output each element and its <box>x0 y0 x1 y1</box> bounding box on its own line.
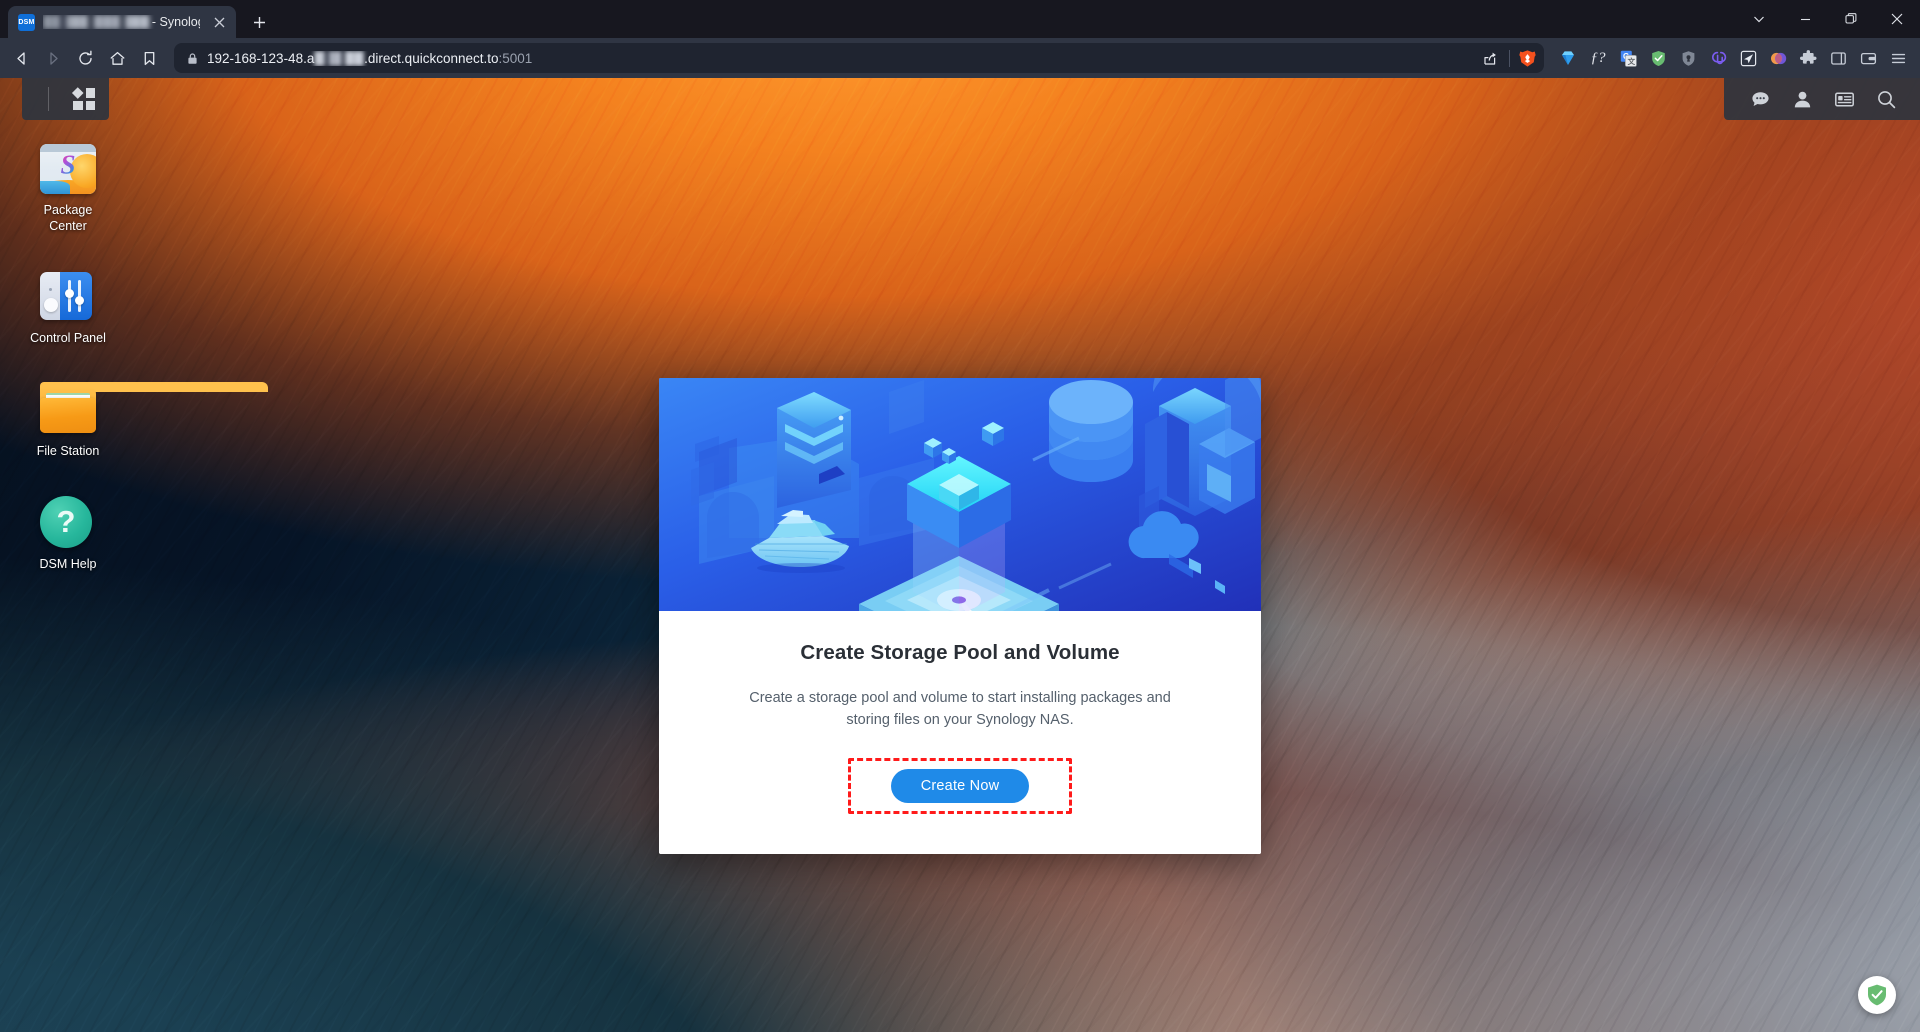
bookmark-icon[interactable] <box>134 43 164 73</box>
tab-title: █████ ██████ - Synology NAS <box>43 15 200 29</box>
forward-icon[interactable] <box>38 43 68 73</box>
reload-icon[interactable] <box>70 43 100 73</box>
close-window-button[interactable] <box>1874 3 1920 35</box>
address-bar[interactable]: 192-168-123-48.a █████ .direct.quickconnec… <box>174 43 1544 73</box>
share-icon[interactable] <box>1478 46 1502 70</box>
browser-tab-active[interactable]: DSM █████ ██████ - Synology NAS <box>8 6 236 38</box>
storage-illustration <box>659 378 1261 611</box>
desktop-icon-package-center[interactable]: S Package Center <box>18 136 118 238</box>
url-port: :5001 <box>498 50 533 66</box>
new-tab-button[interactable] <box>244 7 274 37</box>
dialog-body: Create Storage Pool and Volume Create a … <box>659 611 1261 854</box>
svg-text:文: 文 <box>1627 56 1635 66</box>
fonts-ninja-label: ƒ? <box>1590 49 1606 66</box>
file-station-icon <box>40 381 268 437</box>
search-icon[interactable] <box>1874 87 1898 111</box>
dsm-help-icon: ? <box>40 494 96 550</box>
wallet-icon[interactable] <box>1854 44 1882 72</box>
user-account-icon[interactable] <box>1790 87 1814 111</box>
tab-strip: DSM █████ ██████ - Synology NAS <box>0 0 1920 38</box>
tab-search-icon[interactable] <box>1736 3 1782 35</box>
url-prefix: 192-168-123-48.a <box>207 50 315 66</box>
lock-icon <box>186 52 199 65</box>
extension-icons: ƒ? G 文 <box>1554 44 1912 72</box>
back-icon[interactable] <box>6 43 36 73</box>
desktop-icon-dsm-help[interactable]: ? DSM Help <box>18 490 118 577</box>
url-suffix: .direct.quickconnect.to <box>364 50 499 66</box>
desktop-icon-label: Package Center <box>44 203 93 234</box>
url-redacted: █████ <box>314 50 365 66</box>
address-bar-actions <box>1478 46 1538 70</box>
home-icon[interactable] <box>102 43 132 73</box>
color-picker-extension-icon[interactable] <box>1764 44 1792 72</box>
browser-window: DSM █████ ██████ - Synology NAS <box>0 0 1920 1032</box>
create-storage-pool-dialog: Create Storage Pool and Volume Create a … <box>659 378 1261 854</box>
desktop-icon-label: DSM Help <box>39 556 97 571</box>
desktop-icon-label: File Station <box>36 443 100 458</box>
dialog-description: Create a storage pool and volume to star… <box>749 690 1171 729</box>
adguard-extension-icon[interactable] <box>1644 44 1672 72</box>
desktop-icon-file-station[interactable]: File Station <box>18 377 268 464</box>
control-panel-icon <box>40 268 96 324</box>
dsm-taskbar-right <box>1724 78 1920 120</box>
puzzle-extensions-icon[interactable] <box>1794 44 1822 72</box>
widgets-icon[interactable] <box>1832 87 1856 111</box>
browser-menu-icon[interactable] <box>1884 44 1912 72</box>
maximize-button[interactable] <box>1828 3 1874 35</box>
question-mark-glyph: ? <box>40 495 92 548</box>
label-line-2: Center <box>49 218 87 233</box>
google-translate-extension-icon[interactable]: G 文 <box>1614 44 1642 72</box>
fonts-ninja-extension-icon[interactable]: ƒ? <box>1584 44 1612 72</box>
create-now-highlight-box: Create Now <box>847 757 1073 814</box>
notifications-icon[interactable] <box>1748 87 1772 111</box>
tab-title-suffix: - Synology NAS <box>151 15 200 29</box>
page-viewport: S Package Center Control Panel File Stat… <box>0 78 1920 1032</box>
desktop-icon-label: Control Panel <box>30 331 106 346</box>
apps-grid-icon[interactable] <box>72 87 95 110</box>
package-center-icon: S <box>40 140 96 196</box>
create-now-button[interactable]: Create Now <box>890 768 1030 803</box>
label-line-1: Package <box>43 203 93 217</box>
adguard-shield-badge[interactable] <box>1858 976 1896 1014</box>
brave-lion-icon[interactable] <box>1517 48 1538 69</box>
send-extension-icon[interactable] <box>1734 44 1762 72</box>
tab-close-icon[interactable] <box>208 11 230 33</box>
url-text[interactable]: 192-168-123-48.a █████ .direct.quickconnec… <box>207 51 1470 66</box>
link-extension-icon[interactable] <box>1704 44 1732 72</box>
toolbar-divider <box>1509 49 1510 67</box>
window-controls <box>1736 0 1920 38</box>
dialog-title: Create Storage Pool and Volume <box>800 641 1120 664</box>
dsm-favicon: DSM <box>18 13 35 31</box>
desktop-icon-control-panel[interactable]: Control Panel <box>18 264 118 351</box>
browser-toolbar: 192-168-123-48.a █████ .direct.quickconnec… <box>0 38 1920 78</box>
sidebar-toggle-icon[interactable] <box>1824 44 1852 72</box>
minimize-button[interactable] <box>1782 3 1828 35</box>
tab-title-redacted: █████ ██████ <box>43 15 150 29</box>
shield-extension-icon[interactable] <box>1674 44 1702 72</box>
desktop-icon-list: S Package Center Control Panel File Stat… <box>18 136 268 577</box>
diamond-extension-icon[interactable] <box>1554 44 1582 72</box>
dsm-taskbar-left <box>22 78 109 120</box>
